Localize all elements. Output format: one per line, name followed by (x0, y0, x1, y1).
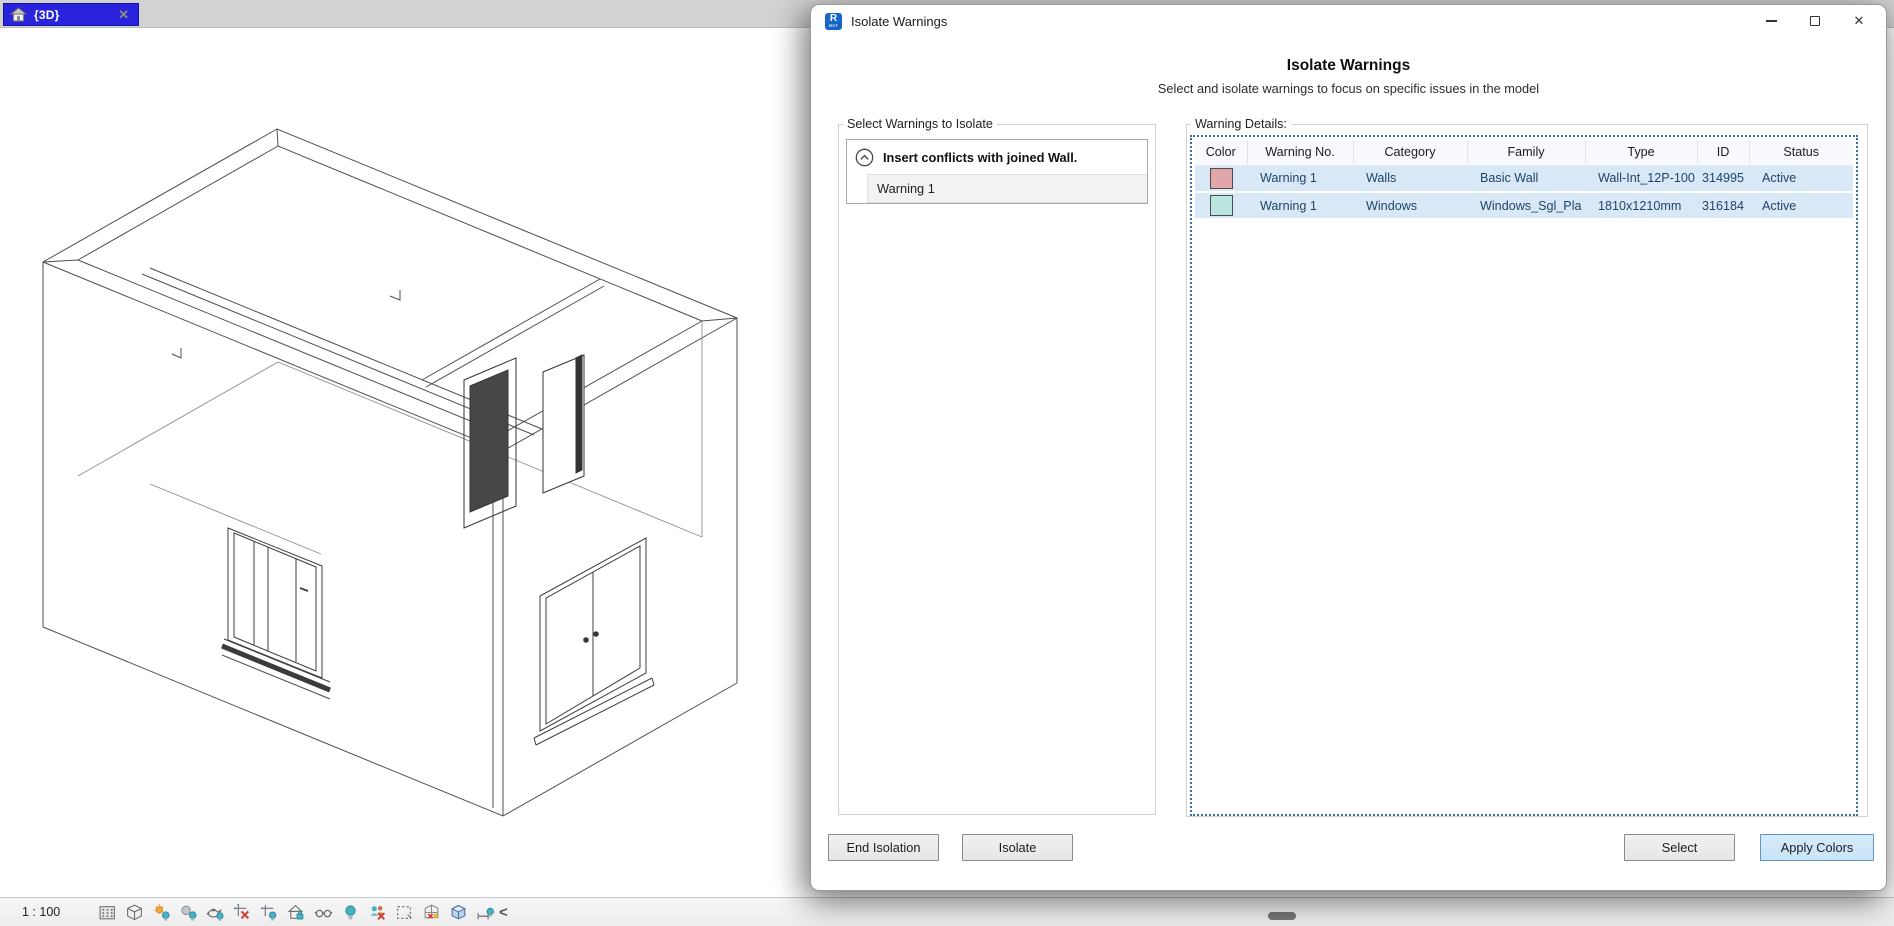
select-warnings-group-label: Select Warnings to Isolate (843, 117, 997, 131)
dialog-heading: Isolate Warnings (811, 57, 1886, 75)
cell-status: Active (1749, 192, 1853, 219)
warning-details-group: Warning Details: Color Warning No. Categ… (1186, 117, 1868, 817)
scrollbar-thumb[interactable] (1268, 912, 1296, 920)
warning-type-label: Insert conflicts with joined Wall. (883, 150, 1077, 165)
select-button[interactable]: Select (1624, 834, 1735, 861)
shadows-icon[interactable] (179, 903, 198, 922)
warning-list-item[interactable]: Warning 1 (867, 174, 1147, 203)
maximize-icon[interactable] (1808, 14, 1822, 28)
application-window: {3D} ✕ 1 : 100 (0, 0, 1894, 926)
apply-colors-button[interactable]: Apply Colors (1760, 834, 1874, 861)
column-header-type[interactable]: Type (1585, 140, 1697, 165)
end-isolation-button[interactable]: End Isolation (828, 834, 939, 861)
temporary-hide-isolate-icon[interactable] (314, 903, 333, 922)
isolate-warnings-dialog: R RVT Isolate Warnings ✕ Isolate Warning… (810, 4, 1887, 891)
table-header-row: Color Warning No. Category Family Type I… (1195, 140, 1853, 165)
column-header-family[interactable]: Family (1467, 140, 1585, 165)
tab-label: {3D} (34, 8, 115, 22)
minimize-icon[interactable] (1764, 14, 1778, 28)
dialog-title: Isolate Warnings (851, 14, 1764, 29)
view-control-bar: 1 : 100 (0, 897, 1894, 926)
warning-type-expander: Insert conflicts with joined Wall. Warni… (846, 139, 1148, 204)
cell-type: Wall-Int_12P-100 (1585, 165, 1697, 192)
warning-details-group-label: Warning Details: (1191, 117, 1291, 131)
cell-id: 316184 (1697, 192, 1749, 219)
table-row[interactable]: Warning 1 Walls Basic Wall Wall-Int_12P-… (1195, 165, 1853, 192)
cell-status: Active (1749, 165, 1853, 192)
cell-category: Windows (1353, 192, 1467, 219)
dialog-titlebar[interactable]: R RVT Isolate Warnings ✕ (811, 5, 1886, 37)
revit-app-icon: R RVT (825, 13, 842, 30)
color-swatch[interactable] (1210, 168, 1233, 189)
view-tab-3d[interactable]: {3D} ✕ (3, 3, 139, 26)
home-icon (10, 7, 27, 22)
cell-family: Windows_Sgl_Pla (1467, 192, 1585, 219)
column-header-warning-no[interactable]: Warning No. (1247, 140, 1353, 165)
column-header-status[interactable]: Status (1749, 140, 1853, 165)
select-warnings-group: Select Warnings to Isolate Insert confli… (838, 117, 1156, 815)
tab-close-icon[interactable]: ✕ (115, 7, 132, 23)
column-header-category[interactable]: Category (1353, 140, 1467, 165)
warning-type-expander-header[interactable]: Insert conflicts with joined Wall. (847, 140, 1147, 174)
lock-3d-view-icon[interactable] (287, 903, 306, 922)
reveal-hidden-elements-icon[interactable] (341, 903, 360, 922)
show-crop-region-icon[interactable] (260, 903, 279, 922)
crop-view-icon[interactable] (233, 903, 252, 922)
column-header-id[interactable]: ID (1697, 140, 1749, 165)
view-scale[interactable]: 1 : 100 (22, 905, 74, 919)
reveal-constraints-icon[interactable] (476, 903, 495, 922)
warning-item-label: Warning 1 (877, 181, 935, 196)
show-rendering-dialog-icon[interactable] (206, 903, 225, 922)
chevron-up-circle-icon[interactable] (855, 148, 874, 167)
cell-category: Walls (1353, 165, 1467, 192)
cell-warning-no: Warning 1 (1247, 165, 1353, 192)
warning-details-panel[interactable]: Color Warning No. Category Family Type I… (1190, 135, 1858, 816)
sun-path-icon[interactable] (152, 903, 171, 922)
cell-id: 314995 (1697, 165, 1749, 192)
cell-type: 1810x1210mm (1585, 192, 1697, 219)
column-header-color[interactable]: Color (1195, 140, 1247, 165)
visual-style-icon[interactable] (125, 903, 144, 922)
dialog-subtitle: Select and isolate warnings to focus on … (811, 81, 1886, 96)
warning-details-table: Color Warning No. Category Family Type I… (1195, 140, 1853, 220)
isolate-button[interactable]: Isolate (962, 834, 1073, 861)
collapse-toolbar-icon[interactable]: < (499, 904, 508, 921)
close-icon[interactable]: ✕ (1852, 14, 1866, 28)
cell-warning-no: Warning 1 (1247, 192, 1353, 219)
worksharing-display-icon[interactable] (368, 903, 387, 922)
table-row[interactable]: Warning 1 Windows Windows_Sgl_Pla 1810x1… (1195, 192, 1853, 219)
color-swatch[interactable] (1210, 195, 1233, 216)
view-control-icons (98, 903, 495, 922)
highlight-displacement-sets-icon[interactable] (449, 903, 468, 922)
detail-level-icon[interactable] (98, 903, 117, 922)
temporary-view-properties-icon[interactable] (395, 903, 414, 922)
analytical-model-icon[interactable] (422, 903, 441, 922)
3d-model-wireframe (0, 28, 770, 828)
cell-family: Basic Wall (1467, 165, 1585, 192)
